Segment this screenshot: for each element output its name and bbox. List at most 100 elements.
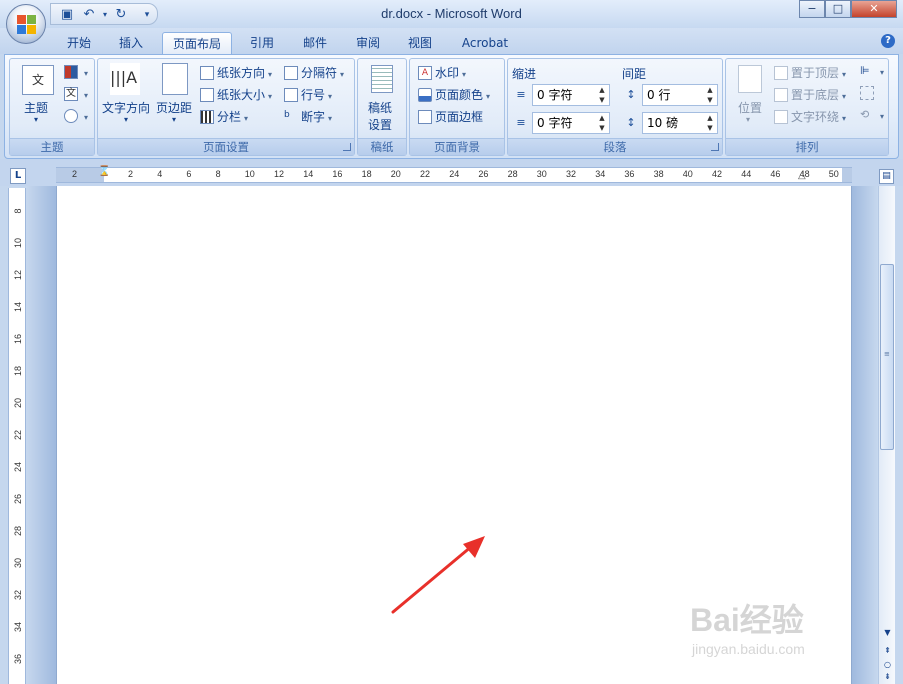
text-direction-button[interactable]: 文字方向: [102, 99, 150, 116]
manuscript-button-line1[interactable]: 稿纸: [368, 99, 392, 116]
margins-dropdown-icon[interactable]: ▾: [172, 115, 176, 124]
group-arrange: 位置 ▾ 置于顶层 ▾ 置于底层 ▾ 文字环绕 ▾ ⊫ ▾ ⟲ ▾ 排列: [725, 58, 889, 156]
minimize-button[interactable]: −: [799, 0, 825, 18]
theme-fonts-button[interactable]: 文 ▾: [64, 86, 88, 102]
indent-left-spinner-icon[interactable]: ▲ ▼: [597, 85, 607, 105]
columns-button[interactable]: 分栏 ▾: [200, 108, 248, 125]
bring-front-button[interactable]: 置于顶层 ▾: [774, 64, 846, 81]
spacing-after-spinner-icon[interactable]: ▲ ▼: [705, 113, 715, 133]
text-direction-icon: |||A: [110, 63, 140, 95]
columns-icon: [200, 109, 214, 124]
rotate-button[interactable]: ⟲ ▾: [860, 108, 884, 123]
align-icon: ⊫: [860, 63, 870, 77]
align-button[interactable]: ⊫ ▾: [860, 64, 884, 79]
indent-left-field[interactable]: 0 字符 ▲ ▼: [532, 84, 610, 106]
margins-button[interactable]: 页边距: [156, 99, 192, 116]
group-label-themes: 主题: [10, 138, 94, 155]
tab-home[interactable]: 开始: [60, 32, 98, 54]
page-color-button[interactable]: 页面颜色 ▾: [418, 86, 490, 103]
bring-front-label: 置于顶层: [791, 66, 840, 80]
help-icon[interactable]: ?: [881, 34, 895, 48]
spacing-after-field[interactable]: 10 磅 ▲ ▼: [642, 112, 718, 134]
theme-colors-icon: [64, 64, 78, 79]
scrollbar-thumb[interactable]: ≡: [880, 264, 894, 450]
group-objects-button[interactable]: [860, 85, 877, 101]
text-wrap-label: 文字环绕: [791, 110, 840, 124]
vertical-ruler-tick: 16: [13, 334, 23, 345]
tab-review[interactable]: 审阅: [349, 32, 387, 54]
ribbon-tabs: 开始 插入 页面布局 引用 邮件 审阅 视图 Acrobat ?: [0, 28, 903, 54]
group-paragraph: 缩进 间距 ≡ 0 字符 ▲ ▼ ≡ 0 字符 ▲ ▼ ↕ 0 行 ▲ ▼ ↕ 10 …: [507, 58, 723, 156]
theme-effects-button[interactable]: ▾: [64, 108, 88, 124]
group-label-page-background: 页面背景: [410, 138, 504, 155]
position-dropdown-icon[interactable]: ▾: [746, 115, 750, 124]
theme-colors-button[interactable]: ▾: [64, 64, 88, 80]
first-line-indent-icon[interactable]: ⌛: [98, 166, 110, 177]
group-page-background: A 水印 ▾ 页面颜色 ▾ 页面边框 页面背景: [409, 58, 505, 156]
orientation-icon: [200, 65, 214, 80]
page-borders-button[interactable]: 页面边框: [418, 108, 483, 125]
group-label-arrange: 排列: [726, 138, 888, 155]
group-objects-icon: [860, 85, 874, 100]
tab-selector-icon[interactable]: L: [10, 168, 26, 184]
line-numbers-button[interactable]: 行号 ▾: [284, 86, 332, 103]
spacing-before-field[interactable]: 0 行 ▲ ▼: [642, 84, 718, 106]
manuscript-button-line2[interactable]: 设置: [368, 116, 392, 133]
tab-page-layout[interactable]: 页面布局: [162, 32, 232, 54]
horizontal-ruler[interactable]: 2 2 4 6 8 10 12 14 16 18 20 22 24 26 28 30 32 34 36 38 40 42 4…: [56, 166, 852, 183]
theme-fonts-icon: 文: [64, 86, 78, 101]
indent-left-icon: ≡: [516, 88, 526, 101]
vertical-ruler-tick: 24: [13, 462, 23, 473]
paragraph-launcher-icon[interactable]: [711, 143, 719, 151]
view-ruler-icon[interactable]: ▤: [879, 169, 894, 184]
tab-insert[interactable]: 插入: [112, 32, 150, 54]
tab-mailings[interactable]: 邮件: [296, 32, 334, 54]
vertical-ruler-tick: 30: [13, 558, 23, 569]
previous-page-icon[interactable]: ⇞: [880, 644, 895, 658]
watermark-button[interactable]: A 水印 ▾: [418, 64, 466, 81]
page-color-icon: [418, 87, 432, 102]
send-back-button[interactable]: 置于底层 ▾: [774, 86, 846, 103]
group-label-manuscript: 稿纸: [358, 138, 406, 155]
ruler-tick: 4: [157, 169, 163, 179]
orientation-button[interactable]: 纸张方向 ▾: [200, 64, 272, 81]
ruler-tick: 50: [828, 169, 839, 179]
position-icon: [738, 65, 762, 93]
vertical-ruler-tick: 20: [13, 398, 23, 409]
send-back-label: 置于底层: [791, 88, 840, 102]
office-button[interactable]: [6, 4, 46, 44]
text-wrap-button[interactable]: 文字环绕 ▾: [774, 108, 846, 125]
ruler-tick: 22: [420, 169, 431, 179]
vertical-scrollbar[interactable]: ≡ ▼ ⇞ ○ ⇟: [878, 186, 895, 684]
text-direction-dropdown-icon[interactable]: ▾: [124, 115, 128, 124]
indent-right-field[interactable]: 0 字符 ▲ ▼: [532, 112, 610, 134]
next-page-icon[interactable]: ⇟: [880, 670, 895, 684]
right-indent-icon[interactable]: △: [798, 170, 806, 181]
themes-dropdown-icon[interactable]: ▾: [34, 115, 38, 124]
ruler-tick: 16: [332, 169, 343, 179]
close-button[interactable]: ✕: [851, 0, 897, 18]
spacing-before-spinner-icon[interactable]: ▲ ▼: [705, 85, 715, 105]
size-button[interactable]: 纸张大小 ▾: [200, 86, 272, 103]
ruler-left-margin: [56, 168, 104, 182]
size-label: 纸张大小: [217, 88, 266, 102]
ruler-tick: 20: [390, 169, 401, 179]
maximize-button[interactable]: □: [825, 0, 851, 18]
window-title: dr.docx - Microsoft Word: [381, 6, 522, 21]
tab-references[interactable]: 引用: [243, 32, 281, 54]
ruler-tick: 32: [566, 169, 577, 179]
position-button[interactable]: 位置: [738, 99, 762, 116]
indent-right-spinner-icon[interactable]: ▲ ▼: [597, 113, 607, 133]
themes-button[interactable]: 主题: [24, 99, 48, 116]
watermark-label: 水印: [435, 66, 460, 80]
indent-right-value: 0 字符: [537, 116, 573, 130]
hyphenation-button[interactable]: b 断字 ▾: [284, 108, 332, 125]
watermark-brand: Bai经验: [690, 602, 804, 638]
scroll-down-icon[interactable]: ▼: [880, 626, 895, 640]
spacing-title: 间距: [622, 67, 647, 81]
tab-acrobat[interactable]: Acrobat: [452, 32, 518, 54]
vertical-ruler[interactable]: 8 10 12 14 16 18 20 22 24 26 28 30 32 34 36: [8, 188, 26, 684]
tab-view[interactable]: 视图: [401, 32, 439, 54]
page-setup-launcher-icon[interactable]: [343, 143, 351, 151]
breaks-button[interactable]: 分隔符 ▾: [284, 64, 344, 81]
